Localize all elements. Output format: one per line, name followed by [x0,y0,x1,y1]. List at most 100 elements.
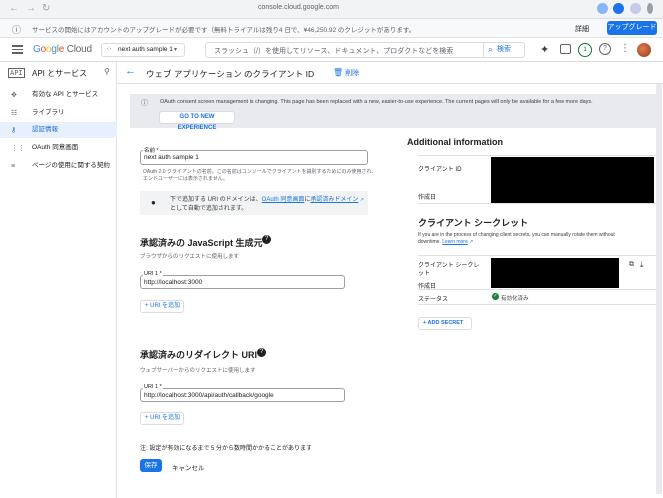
sidebar-title: API とサービス [32,69,88,78]
name-field-value[interactable]: next auth sample 1 [144,154,199,161]
sidebar-item-page-usage[interactable]: ≡ ページの使用に関する契約 [0,158,117,174]
search-icon: ⌕ [488,45,493,54]
key-icon: ⚷ [11,127,17,134]
profile-icon[interactable] [597,3,608,14]
details-button[interactable]: 詳細 [575,24,589,34]
url-bar[interactable]: console.cloud.google.com [258,4,339,11]
download-icon[interactable]: ⤓ [640,260,644,270]
info-icon: ⓘ [12,25,22,35]
js-uri-label: URI 1 * [143,271,163,277]
divider [418,203,662,204]
chevron-down-icon: ▾ [174,47,178,53]
trial-message: サービスの開始にはアカウントのアップグレードが必要です（無料トライアルは残り4 … [32,27,416,34]
created-label: 作成日 [418,195,437,201]
copy-icon[interactable]: ⧉ [629,261,634,269]
redirect-uri-value[interactable]: http://localhost:3000/api/auth/callback/… [144,392,274,399]
info-icon: ● [151,198,156,207]
settings-icon: ≡ [11,163,16,170]
account-icon[interactable] [613,3,624,14]
domain-info-part: 下で追加する URI のドメインは、 [170,197,262,203]
upgrade-button[interactable]: アップグレード [607,21,657,35]
external-link-icon: ↗ [358,197,364,203]
avatar[interactable] [637,43,651,57]
pin-icon[interactable]: ⚲ [104,67,110,76]
oauth-consent-link[interactable]: OAuth 同意画面 [262,197,305,203]
check-circle-icon: ✓ [492,293,499,300]
name-helper-text: OAuth 2.0 クライアントの名前。この名前はコンソールでクライアントを識別… [143,169,377,175]
more-vert-icon[interactable]: ⋮ [620,43,630,54]
go-to-new-experience-button[interactable]: GO TO NEW EXPERIENCE [159,111,235,131]
project-selector[interactable]: ⁘ next auth sample 1 ▾ [101,43,185,57]
search-button-label: 検索 [497,46,511,53]
learn-more-link[interactable]: Learn more [442,239,468,245]
status-label: ステータス [418,297,449,303]
project-name: next auth sample 1 [118,46,173,53]
google-cloud-logo[interactable]: Google Cloud [33,44,92,55]
divider [418,289,662,290]
sidebar-item-label: 認証情報 [32,126,58,133]
name-helper-text-2: エンドユーザーには表示されません。 [143,176,228,182]
scrollbar[interactable] [656,84,662,494]
authorized-domains-link[interactable]: 承認済みドメイン [310,197,358,203]
cloud-shell-icon[interactable] [560,44,571,54]
status-value: 有効化済み [501,296,529,302]
domain-info-part: として自動で追加されます。 [170,206,248,212]
client-id-label: クライアント ID [418,167,462,173]
redirect-uri-label: URI 1 * [143,384,163,390]
extension-icon[interactable] [630,3,641,14]
forward-icon[interactable]: → [26,3,36,14]
divider [418,255,662,256]
page-title: ウェブ アプリケーション のクライアント ID [146,69,315,79]
add-redirect-uri-button[interactable]: + URI を追加 [140,412,184,425]
add-secret-button[interactable]: + ADD SECRET [418,317,472,330]
sidebar-item-label: OAuth 同意画面 [32,144,79,151]
reload-icon[interactable]: ↻ [42,3,50,14]
save-button[interactable]: 保存 [140,459,162,472]
help-icon[interactable]: ? [599,43,611,55]
library-icon: ☷ [11,110,18,117]
notifications-badge[interactable]: 1 [578,43,592,57]
secret-description: If you are in the process of changing cl… [418,232,615,238]
client-secret-title: クライアント シークレット [418,218,529,228]
redirect-uris-title: 承認済みのリダイレクト URI [140,350,258,360]
additional-info-title: Additional information [407,137,503,147]
search-button[interactable]: ⌕ 検索 [483,43,523,57]
back-icon[interactable]: ← [9,3,19,14]
sidebar-item-enabled-apis[interactable]: ✥ 有効な API とサービス [0,87,117,103]
cancel-button[interactable]: キャンセル [172,462,205,472]
info-icon: ⓘ [141,100,148,107]
divider [418,155,662,156]
trial-banner: ⓘ サービスの開始にはアカウントのアップグレードが必要です（無料トライアルは残り… [0,19,663,38]
redacted-client-secret [491,258,619,288]
redirect-uris-subtitle: ウェブサーバーからのリクエストに使用します [140,368,256,374]
api-badge: API [8,68,25,78]
diamond-icon: ✥ [11,92,17,99]
delete-button[interactable]: 🗑 削除 [333,68,359,78]
client-secret-label-2: ット [418,271,431,277]
help-icon[interactable]: ? [262,235,271,244]
propagation-note: 注: 設定が有効になるまで 5 分から数時間かかることがあります [140,446,313,452]
sidebar-item-label: ページの使用に関する契約 [32,162,110,169]
menu-dots-icon[interactable] [647,3,653,14]
sidebar-item-library[interactable]: ☷ ライブラリ [0,105,117,121]
secret-description-2: downtime. Learn more ↗ [418,239,473,245]
consent-icon: ⋮⋮ [11,145,25,152]
sidebar-item-oauth-consent[interactable]: ⋮⋮ OAuth 同意画面 [0,140,117,156]
notice-text: OAuth consent screen management is chang… [160,99,593,105]
trash-icon: 🗑 [333,68,344,77]
divider [418,304,662,305]
help-icon[interactable]: ? [257,348,266,357]
sidebar-item-credentials[interactable]: ⚷ 認証情報 [0,122,117,138]
browser-toolbar: ← → ↻ console.cloud.google.com [0,0,663,19]
js-origins-subtitle: ブラウザからのリクエストに使用します [140,254,240,260]
add-js-uri-button[interactable]: + URI を追加 [140,300,184,313]
sidebar-item-label: ライブラリ [32,109,65,116]
sidebar-item-label: 有効な API とサービス [32,91,99,98]
hamburger-menu-icon[interactable] [12,45,23,54]
gemini-icon[interactable]: ✦ [540,43,549,56]
js-uri-value[interactable]: http://localhost:3000 [144,279,202,286]
search-input[interactable]: スラッシュ（/）を使用してリソース、ドキュメント、プロダクトなどを検索 [214,46,453,56]
back-arrow-icon[interactable]: ← [125,65,136,77]
js-origins-title: 承認済みの JavaScript 生成元 [140,238,263,248]
sidebar: API API とサービス ⚲ ✥ 有効な API とサービス ☷ ライブラリ … [0,62,117,498]
